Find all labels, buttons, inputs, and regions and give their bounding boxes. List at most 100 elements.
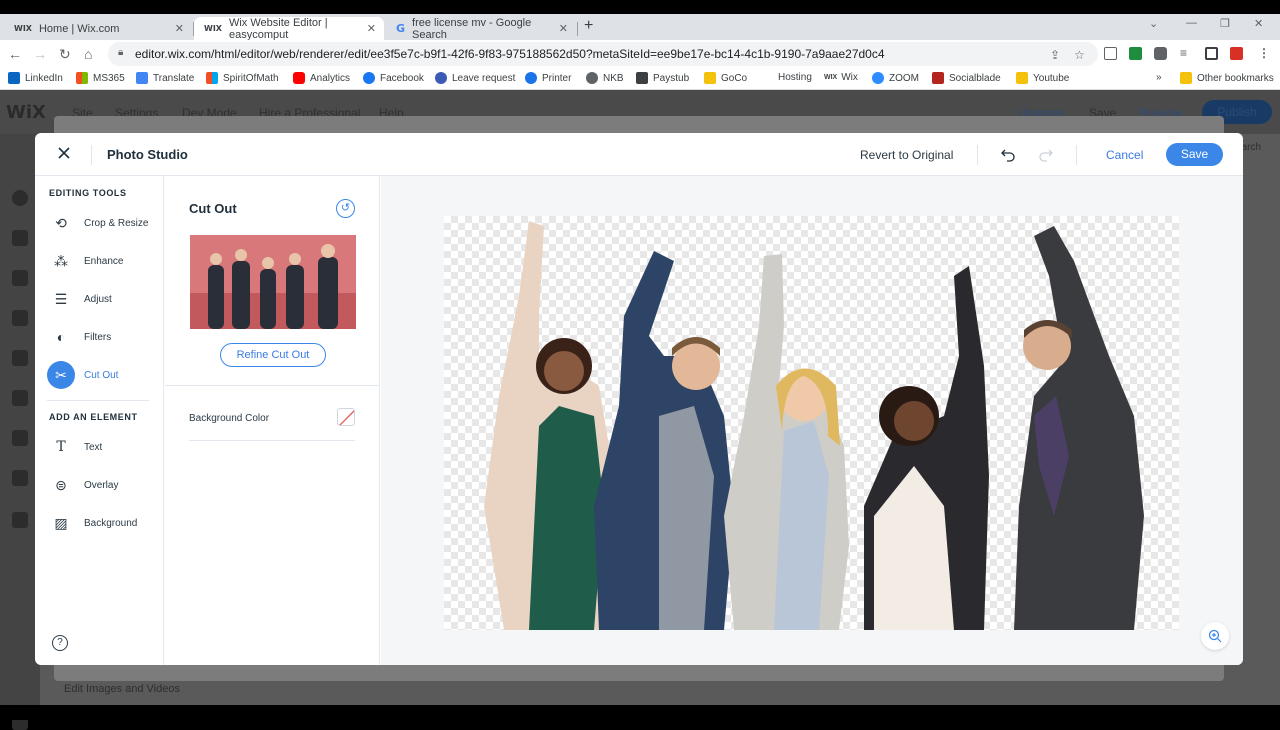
element-background[interactable]: ▨ Background — [47, 509, 157, 537]
blog-icon[interactable] — [12, 430, 28, 446]
share-icon[interactable]: ⇪ — [1050, 48, 1060, 62]
element-overlay[interactable]: ⊜ Overlay — [47, 471, 157, 499]
extension-calendar-icon[interactable] — [1230, 47, 1243, 60]
bookmark-hosting[interactable]: Hosting — [778, 72, 812, 83]
menus-icon[interactable] — [12, 270, 28, 286]
address-bar[interactable]: 🔒︎ editor.wix.com/html/editor/web/render… — [108, 42, 1098, 66]
zoom-in-icon — [1208, 629, 1222, 643]
editing-tools-sidebar: EDITING TOOLS ⟲ Crop & Resize ⁂ Enhance … — [35, 176, 164, 665]
socialblade-icon — [932, 72, 944, 84]
forward-arrow-icon[interactable]: → — [33, 46, 47, 62]
other-bookmarks[interactable]: Other bookmarks — [1180, 72, 1274, 84]
add-element-heading: ADD AN ELEMENT — [49, 412, 138, 422]
tab-home-wix[interactable]: WIX Home | Wix.com ✕ — [4, 17, 192, 40]
minimize-icon[interactable]: — — [1186, 17, 1197, 29]
wix-favicon-icon: WIX — [204, 24, 222, 33]
business-icon[interactable] — [12, 512, 28, 528]
wix-left-toolbar — [0, 134, 40, 730]
redo-icon[interactable] — [1038, 146, 1054, 162]
reading-list-icon[interactable]: ≡ — [1180, 46, 1187, 60]
printer-icon — [525, 72, 537, 84]
bookmark-facebook[interactable]: Facebook — [363, 72, 424, 84]
bookmark-leave-request[interactable]: Leave request — [435, 72, 515, 84]
bookmark-star-icon[interactable]: ☆ — [1074, 48, 1085, 62]
maximize-icon[interactable]: ❐ — [1220, 17, 1230, 30]
tab-title: Wix Website Editor | easycomput — [228, 16, 328, 41]
cut-out-photo[interactable] — [444, 216, 1179, 630]
close-icon[interactable] — [56, 145, 72, 161]
tool-cut-out[interactable]: ✂ Cut Out — [47, 361, 157, 389]
bookmark-zoom[interactable]: ZOOM — [872, 72, 919, 84]
reset-icon[interactable]: ↺ — [336, 199, 355, 218]
new-tab-plus-icon[interactable]: + — [584, 17, 593, 35]
bookmark-nkb[interactable]: NKB — [586, 72, 624, 84]
bookmark-translate[interactable]: Translate — [136, 72, 194, 84]
close-tab-icon[interactable]: ✕ — [367, 22, 376, 35]
bookmark-wix[interactable]: WIX Wix — [824, 72, 858, 83]
header-divider — [1076, 145, 1077, 165]
bookmark-paystub[interactable]: Paystub — [636, 72, 689, 84]
tools-divider — [47, 400, 149, 401]
tool-adjust[interactable]: ☰ Adjust — [47, 285, 157, 313]
extension-screen-icon[interactable] — [1104, 47, 1117, 60]
original-photo-thumbnail[interactable] — [190, 235, 356, 329]
pages-icon[interactable] — [12, 230, 28, 246]
bookmark-socialblade[interactable]: Socialblade — [932, 72, 1001, 84]
extensions-puzzle-icon[interactable] — [1154, 47, 1167, 60]
close-tab-icon[interactable]: ✕ — [559, 22, 568, 35]
theme-icon[interactable] — [12, 310, 28, 326]
back-arrow-icon[interactable]: ← — [8, 46, 22, 62]
tab-search-chevron-icon[interactable]: ⌄ — [1149, 17, 1158, 30]
lock-icon: 🔒︎ — [118, 47, 124, 58]
close-tab-icon[interactable]: ✕ — [175, 22, 184, 35]
tab-wix-editor[interactable]: WIX Wix Website Editor | easycomput ✕ — [194, 16, 384, 41]
globe-icon — [586, 72, 598, 84]
panel-divider — [165, 385, 380, 386]
background-color-swatch[interactable] — [337, 408, 355, 426]
photo-canvas — [381, 176, 1243, 665]
home-icon[interactable]: ⌂ — [84, 46, 92, 62]
refine-cut-out-button[interactable]: Refine Cut Out — [220, 343, 326, 367]
cut-out-people-image — [484, 221, 1144, 630]
background-color-label: Background Color — [189, 413, 270, 424]
zoom-button[interactable] — [1201, 622, 1229, 650]
bookmarks-overflow-button[interactable]: » — [1156, 72, 1162, 83]
cancel-button[interactable]: Cancel — [1106, 148, 1143, 162]
browser-tab-strip: WIX Home | Wix.com ✕ WIX Wix Website Edi… — [0, 14, 1280, 41]
help-icon[interactable]: ? — [52, 635, 68, 651]
linkedin-icon — [8, 72, 20, 84]
tool-filters[interactable]: ◐ Filters — [47, 323, 157, 351]
bookmark-goco[interactable]: GoCo — [704, 72, 747, 84]
element-text[interactable]: T Text — [47, 433, 157, 461]
youtube-icon — [293, 72, 305, 84]
tab-separator — [577, 22, 578, 36]
magic-wand-icon: ⁂ — [54, 252, 68, 269]
bookmark-printer[interactable]: Printer — [525, 72, 571, 84]
bookmark-spiritofmath[interactable]: SpiritOfMath — [206, 72, 279, 84]
revert-to-original-button[interactable]: Revert to Original — [860, 148, 953, 162]
bookmark-analytics[interactable]: Analytics — [293, 72, 350, 84]
tool-crop-resize[interactable]: ⟲ Crop & Resize — [47, 209, 157, 237]
extension-download-icon[interactable] — [1129, 47, 1142, 60]
bookmark-linkedin[interactable]: LinkedIn — [8, 72, 63, 84]
facebook-icon — [363, 72, 375, 84]
folder-icon — [1180, 72, 1192, 84]
undo-icon[interactable] — [1000, 146, 1016, 162]
tab-google-search[interactable]: G free license mv - Google Search ✕ — [386, 16, 576, 41]
reload-icon[interactable]: ↻ — [59, 46, 71, 63]
browser-toolbar: ← → ↻ ⌂ 🔒︎ editor.wix.com/html/editor/we… — [0, 40, 1280, 68]
media-icon[interactable] — [12, 390, 28, 406]
bookmark-ms365[interactable]: MS365 — [76, 72, 125, 84]
wix-logo: WiX — [6, 102, 46, 123]
wix-icon: WIX — [824, 74, 838, 81]
store-icon[interactable] — [12, 470, 28, 486]
save-button[interactable]: Save — [1166, 143, 1223, 166]
apps-icon[interactable] — [12, 350, 28, 366]
side-panel-icon[interactable] — [1205, 47, 1218, 60]
tab-title: free license mv - Google Search — [412, 16, 532, 41]
bookmark-youtube[interactable]: Youtube — [1016, 72, 1069, 84]
tool-enhance[interactable]: ⁂ Enhance — [47, 247, 157, 275]
add-icon[interactable] — [12, 190, 28, 206]
browser-menu-icon[interactable]: ⋮ — [1258, 46, 1270, 60]
close-window-icon[interactable]: ✕ — [1254, 17, 1263, 30]
